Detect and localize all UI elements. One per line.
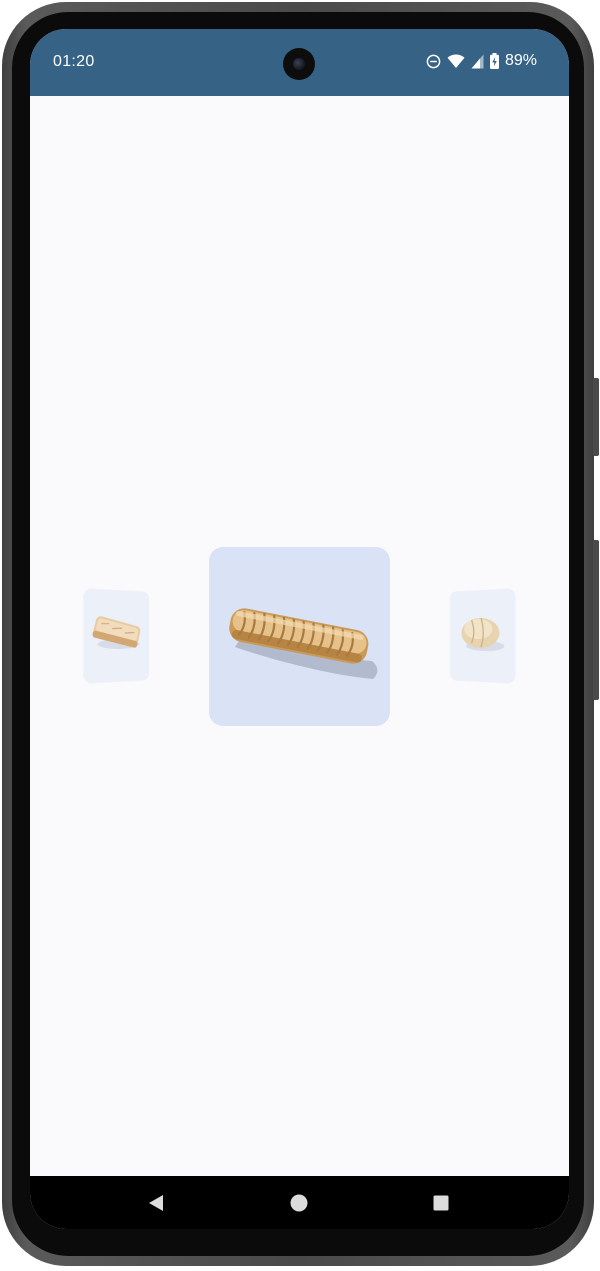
cellular-signal-icon <box>471 54 484 69</box>
status-icons: 89% <box>426 51 537 71</box>
front-camera <box>283 48 315 80</box>
wifi-icon <box>447 54 465 69</box>
device-screen: 01:20 89% <box>30 29 569 1229</box>
do-not-disturb-icon <box>426 54 441 69</box>
status-time: 01:20 <box>53 53 95 70</box>
sausage-roll-image <box>229 608 378 679</box>
battery-charging-icon <box>489 53 499 69</box>
product-carousel[interactable] <box>30 96 569 1176</box>
recents-icon[interactable] <box>429 1191 453 1215</box>
carousel-card-current[interactable] <box>209 547 390 726</box>
carousel-card-next[interactable] <box>449 588 516 684</box>
volume-button <box>593 540 599 700</box>
navigation-bar <box>30 1176 569 1229</box>
bread-bun-image <box>461 588 505 652</box>
carousel-card-previous[interactable] <box>83 588 150 684</box>
status-bar: 01:20 89% <box>30 29 569 96</box>
pastry-slice-image <box>91 615 142 650</box>
home-icon[interactable] <box>287 1191 311 1215</box>
battery-percent: 89% <box>504 52 537 69</box>
power-button <box>593 378 599 456</box>
back-icon[interactable] <box>144 1191 168 1215</box>
